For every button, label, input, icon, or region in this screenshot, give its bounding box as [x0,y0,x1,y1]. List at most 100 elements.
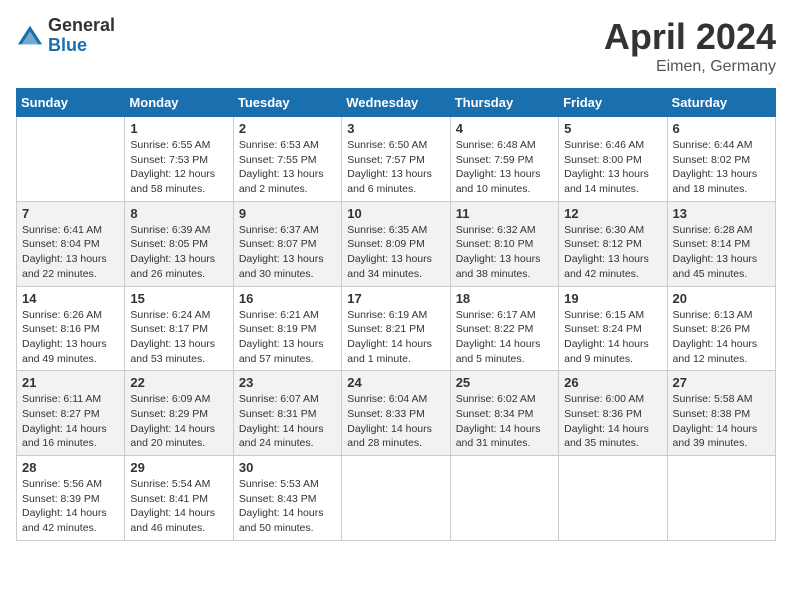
cell-info: Sunrise: 5:56 AMSunset: 8:39 PMDaylight:… [22,477,119,536]
cell-info: Sunrise: 6:15 AMSunset: 8:24 PMDaylight:… [564,308,661,367]
day-number: 29 [130,460,227,475]
calendar-cell: 8Sunrise: 6:39 AMSunset: 8:05 PMDaylight… [125,201,233,286]
calendar-cell: 20 Sunrise: 6:13 AMSunset: 8:26 PMDayligh… [667,286,775,371]
page-header: General Blue April 2024 Eimen, Germany [16,16,776,76]
day-number: 23 [239,375,336,390]
logo-icon [16,22,44,50]
day-number: 4 [456,121,553,136]
cell-info: Sunrise: 6:19 AMSunset: 8:21 PMDaylight:… [347,308,444,367]
weekday-header-wednesday: Wednesday [342,89,450,117]
calendar-cell: 2Sunrise: 6:53 AMSunset: 7:55 PMDaylight… [233,117,341,202]
calendar-cell: 16Sunrise: 6:21 AMSunset: 8:19 PMDayligh… [233,286,341,371]
day-number: 21 [22,375,119,390]
day-number: 7 [22,206,119,221]
calendar-cell: 12 Sunrise: 6:30 AMSunset: 8:12 PMDayligh… [559,201,667,286]
cell-info: Sunrise: 6:02 AMSunset: 8:34 PMDaylight:… [456,392,553,451]
weekday-header-monday: Monday [125,89,233,117]
calendar-cell: 26 Sunrise: 6:00 AMSunset: 8:36 PMDayligh… [559,371,667,456]
calendar-header-row: SundayMondayTuesdayWednesdayThursdayFrid… [17,89,776,117]
logo-blue-text: Blue [48,36,115,56]
logo-text: General Blue [48,16,115,56]
calendar-cell: 29 Sunrise: 5:54 AMSunset: 8:41 PMDayligh… [125,456,233,541]
day-number: 10 [347,206,444,221]
month-year-title: April 2024 [604,16,776,58]
cell-info: Sunrise: 6:37 AMSunset: 8:07 PMDaylight:… [239,223,336,282]
calendar-cell [17,117,125,202]
day-number: 15 [130,291,227,306]
cell-info: Sunrise: 6:13 AMSunset: 8:26 PMDaylight:… [673,308,770,367]
calendar-cell: 7 Sunrise: 6:41 AMSunset: 8:04 PMDaylight… [17,201,125,286]
cell-info: Sunrise: 6:32 AMSunset: 8:10 PMDaylight:… [456,223,553,282]
calendar-cell: 11 Sunrise: 6:32 AMSunset: 8:10 PMDayligh… [450,201,558,286]
day-number: 11 [456,206,553,221]
calendar-cell: 19Sunrise: 6:15 AMSunset: 8:24 PMDayligh… [559,286,667,371]
cell-info: Sunrise: 6:55 AMSunset: 7:53 PMDaylight:… [130,138,227,197]
cell-info: Sunrise: 6:24 AMSunset: 8:17 PMDaylight:… [130,308,227,367]
weekday-header-tuesday: Tuesday [233,89,341,117]
cell-info: Sunrise: 6:04 AMSunset: 8:33 PMDaylight:… [347,392,444,451]
calendar-week-row: 28 Sunrise: 5:56 AMSunset: 8:39 PMDayligh… [17,456,776,541]
title-block: April 2024 Eimen, Germany [604,16,776,76]
cell-info: Sunrise: 6:41 AMSunset: 8:04 PMDaylight:… [22,223,119,282]
calendar-cell: 18Sunrise: 6:17 AMSunset: 8:22 PMDayligh… [450,286,558,371]
day-number: 12 [564,206,661,221]
cell-info: Sunrise: 6:07 AMSunset: 8:31 PMDaylight:… [239,392,336,451]
day-number: 16 [239,291,336,306]
calendar-cell: 6 Sunrise: 6:44 AMSunset: 8:02 PMDaylight… [667,117,775,202]
weekday-header-sunday: Sunday [17,89,125,117]
cell-info: Sunrise: 6:44 AMSunset: 8:02 PMDaylight:… [673,138,770,197]
day-number: 6 [673,121,770,136]
calendar-week-row: 21Sunrise: 6:11 AMSunset: 8:27 PMDayligh… [17,371,776,456]
cell-info: Sunrise: 6:00 AMSunset: 8:36 PMDaylight:… [564,392,661,451]
cell-info: Sunrise: 5:53 AMSunset: 8:43 PMDaylight:… [239,477,336,536]
day-number: 17 [347,291,444,306]
cell-info: Sunrise: 6:48 AMSunset: 7:59 PMDaylight:… [456,138,553,197]
calendar-cell: 30 Sunrise: 5:53 AMSunset: 8:43 PMDayligh… [233,456,341,541]
day-number: 13 [673,206,770,221]
calendar-cell [559,456,667,541]
cell-info: Sunrise: 6:53 AMSunset: 7:55 PMDaylight:… [239,138,336,197]
cell-info: Sunrise: 6:50 AMSunset: 7:57 PMDaylight:… [347,138,444,197]
day-number: 26 [564,375,661,390]
calendar-cell: 24 Sunrise: 6:04 AMSunset: 8:33 PMDayligh… [342,371,450,456]
calendar-cell: 1 Sunrise: 6:55 AMSunset: 7:53 PMDaylight… [125,117,233,202]
day-number: 14 [22,291,119,306]
calendar-cell [450,456,558,541]
weekday-header-thursday: Thursday [450,89,558,117]
calendar-cell: 3 Sunrise: 6:50 AMSunset: 7:57 PMDaylight… [342,117,450,202]
day-number: 27 [673,375,770,390]
calendar-week-row: 14 Sunrise: 6:26 AMSunset: 8:16 PMDayligh… [17,286,776,371]
cell-info: Sunrise: 5:54 AMSunset: 8:41 PMDaylight:… [130,477,227,536]
day-number: 28 [22,460,119,475]
cell-info: Sunrise: 6:35 AMSunset: 8:09 PMDaylight:… [347,223,444,282]
calendar-cell: 25 Sunrise: 6:02 AMSunset: 8:34 PMDayligh… [450,371,558,456]
calendar-cell: 23 Sunrise: 6:07 AMSunset: 8:31 PMDayligh… [233,371,341,456]
day-number: 1 [130,121,227,136]
location-subtitle: Eimen, Germany [604,58,776,76]
calendar-week-row: 7 Sunrise: 6:41 AMSunset: 8:04 PMDaylight… [17,201,776,286]
cell-info: Sunrise: 6:39 AMSunset: 8:05 PMDaylight:… [130,223,227,282]
cell-info: Sunrise: 5:58 AMSunset: 8:38 PMDaylight:… [673,392,770,451]
cell-info: Sunrise: 6:17 AMSunset: 8:22 PMDaylight:… [456,308,553,367]
cell-info: Sunrise: 6:28 AMSunset: 8:14 PMDaylight:… [673,223,770,282]
calendar-cell: 27 Sunrise: 5:58 AMSunset: 8:38 PMDayligh… [667,371,775,456]
day-number: 3 [347,121,444,136]
calendar-cell [342,456,450,541]
day-number: 22 [130,375,227,390]
day-number: 30 [239,460,336,475]
day-number: 25 [456,375,553,390]
day-number: 5 [564,121,661,136]
calendar-cell: 17 Sunrise: 6:19 AMSunset: 8:21 PMDayligh… [342,286,450,371]
weekday-header-saturday: Saturday [667,89,775,117]
calendar-cell: 9Sunrise: 6:37 AMSunset: 8:07 PMDaylight… [233,201,341,286]
calendar-table: SundayMondayTuesdayWednesdayThursdayFrid… [16,88,776,541]
day-number: 24 [347,375,444,390]
calendar-cell: 4 Sunrise: 6:48 AMSunset: 7:59 PMDaylight… [450,117,558,202]
calendar-cell: 10 Sunrise: 6:35 AMSunset: 8:09 PMDayligh… [342,201,450,286]
calendar-cell: 15 Sunrise: 6:24 AMSunset: 8:17 PMDayligh… [125,286,233,371]
cell-info: Sunrise: 6:26 AMSunset: 8:16 PMDaylight:… [22,308,119,367]
logo-general-text: General [48,16,115,36]
calendar-cell: 21Sunrise: 6:11 AMSunset: 8:27 PMDayligh… [17,371,125,456]
day-number: 20 [673,291,770,306]
cell-info: Sunrise: 6:30 AMSunset: 8:12 PMDaylight:… [564,223,661,282]
